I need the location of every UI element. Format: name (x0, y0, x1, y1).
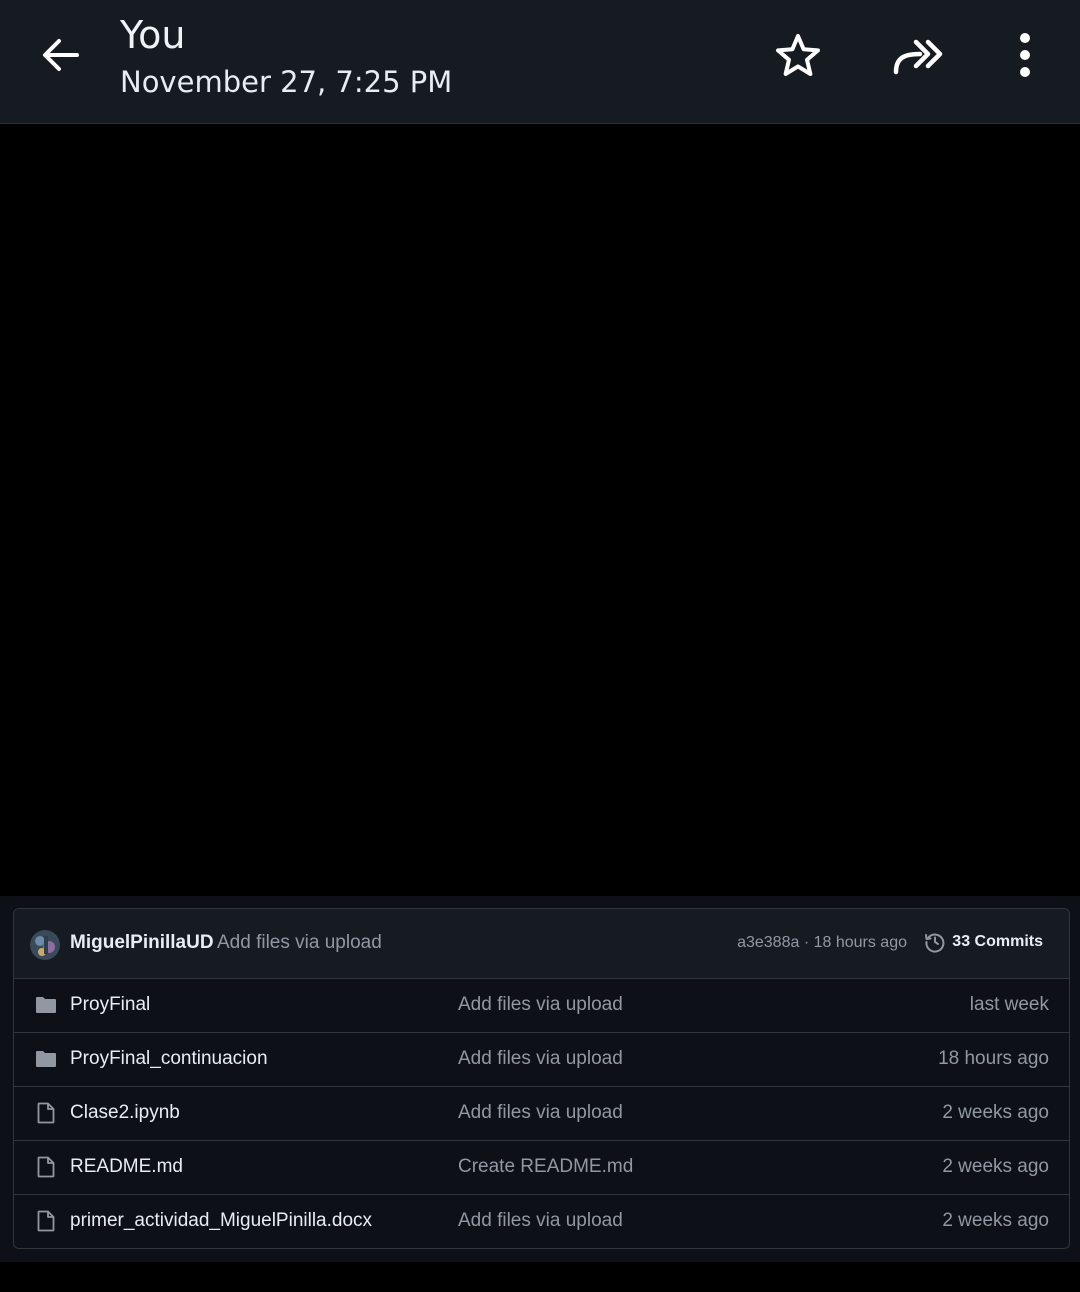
arrow-left-icon (43, 39, 79, 71)
commit-message[interactable]: Add files via upload (217, 932, 382, 954)
title-block: You November 27, 7:25 PM (120, 12, 452, 104)
file-name[interactable]: primer_actividad_MiguelPinilla.docx (70, 1210, 372, 1232)
file-row-proyfinal-continuacion[interactable]: ProyFinal_continuacion Add files via upl… (14, 1033, 1069, 1087)
file-row-clase2[interactable]: Clase2.ipynb Add files via upload 2 week… (14, 1087, 1069, 1141)
media-viewer (0, 125, 1080, 896)
repository-file-list: MiguelPinillaUD Add files via upload a3e… (13, 908, 1070, 1249)
file-commit-time: 2 weeks ago (942, 1156, 1049, 1177)
folder-icon (36, 997, 56, 1013)
file-icon (37, 1156, 55, 1178)
file-row-proyfinal[interactable]: ProyFinal Add files via upload last week (14, 979, 1069, 1033)
file-commit-time: last week (969, 994, 1049, 1015)
file-commit-message[interactable]: Add files via upload (458, 1102, 623, 1124)
commit-author[interactable]: MiguelPinillaUD (70, 932, 214, 954)
back-button[interactable] (34, 28, 88, 82)
file-commit-time: 2 weeks ago (942, 1210, 1049, 1231)
file-commit-message[interactable]: Add files via upload (458, 1048, 623, 1070)
file-name[interactable]: ProyFinal (70, 994, 150, 1016)
file-commit-message[interactable]: Create README.md (458, 1156, 633, 1178)
history-icon (925, 933, 945, 953)
latest-commit-bar: MiguelPinillaUD Add files via upload a3e… (14, 909, 1069, 979)
file-row-primer-actividad[interactable]: primer_actividad_MiguelPinilla.docx Add … (14, 1195, 1069, 1248)
star-button[interactable] (770, 28, 826, 84)
file-name[interactable]: Clase2.ipynb (70, 1102, 180, 1124)
file-commit-message[interactable]: Add files via upload (458, 1210, 623, 1232)
star-icon (776, 34, 820, 76)
folder-icon (36, 1051, 56, 1067)
top-app-bar: You November 27, 7:25 PM (0, 0, 1080, 124)
file-commit-message[interactable]: Add files via upload (458, 994, 623, 1016)
file-commit-time: 18 hours ago (938, 1048, 1049, 1069)
file-icon (37, 1102, 55, 1124)
more-options-button[interactable] (997, 28, 1053, 84)
forward-icon (893, 39, 943, 75)
file-icon (37, 1210, 55, 1232)
sender-title: You (120, 13, 186, 57)
file-commit-time: 2 weeks ago (942, 1102, 1049, 1123)
file-name[interactable]: ProyFinal_continuacion (70, 1048, 268, 1070)
commits-history-link[interactable]: 33 Commits (924, 931, 1043, 953)
avatar[interactable] (30, 930, 60, 960)
file-row-readme[interactable]: README.md Create README.md 2 weeks ago (14, 1141, 1069, 1195)
more-vertical-icon (1020, 33, 1030, 77)
commit-hash-time[interactable]: a3e388a · 18 hours ago (737, 934, 907, 952)
message-timestamp: November 27, 7:25 PM (120, 65, 453, 99)
file-name[interactable]: README.md (70, 1156, 183, 1178)
commits-count-label: 33 Commits (952, 933, 1043, 950)
forward-button[interactable] (890, 28, 946, 84)
